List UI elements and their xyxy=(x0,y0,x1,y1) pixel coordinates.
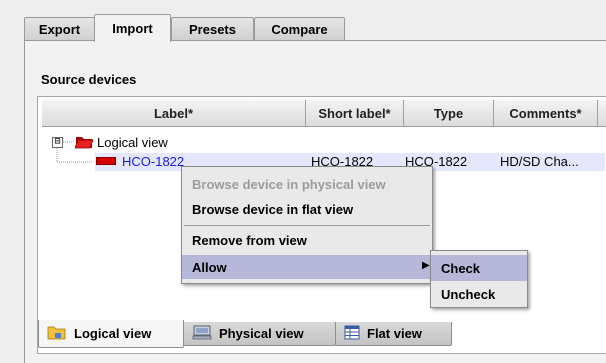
bottom-tab-physical-view-label: Physical view xyxy=(219,326,304,341)
collapse-icon[interactable]: ⊟ xyxy=(52,136,63,148)
bottom-tab-flat-view[interactable]: Flat view xyxy=(335,322,452,346)
bottom-tab-logical-view[interactable]: Logical view xyxy=(38,320,184,348)
bottom-tab-flat-view-label: Flat view xyxy=(367,326,422,341)
device-label[interactable]: HCO-1822 xyxy=(122,153,184,171)
submenu-item-check[interactable]: Check xyxy=(431,255,527,281)
context-menu: Browse device in physical view Browse de… xyxy=(181,166,433,284)
menu-separator xyxy=(184,225,430,226)
physical-device-icon xyxy=(192,324,212,343)
menu-item-allow[interactable]: Allow ▶ xyxy=(182,255,432,279)
open-folder-icon xyxy=(74,135,94,149)
menu-item-browse-flat[interactable]: Browse device in flat view xyxy=(182,197,432,221)
tree-row-logical-view[interactable]: ⊟ Logical view xyxy=(52,133,168,151)
bottom-tab-physical-view[interactable]: Physical view xyxy=(183,322,336,346)
table-icon xyxy=(344,325,360,343)
submenu-arrow-icon: ▶ xyxy=(422,260,430,271)
menu-item-remove-from-view[interactable]: Remove from view xyxy=(182,228,432,252)
bottom-tab-logical-view-label: Logical view xyxy=(74,326,152,341)
menu-item-allow-label: Allow xyxy=(192,259,227,275)
menu-item-browse-physical: Browse device in physical view xyxy=(192,176,386,192)
device-comments: HD/SD Cha... xyxy=(500,154,579,169)
submenu-item-uncheck[interactable]: Uncheck xyxy=(431,281,527,307)
allow-submenu: Check Uncheck xyxy=(430,250,528,308)
folder-icon xyxy=(47,324,67,343)
device-icon xyxy=(96,157,116,165)
tree-root-label: Logical view xyxy=(97,134,168,150)
